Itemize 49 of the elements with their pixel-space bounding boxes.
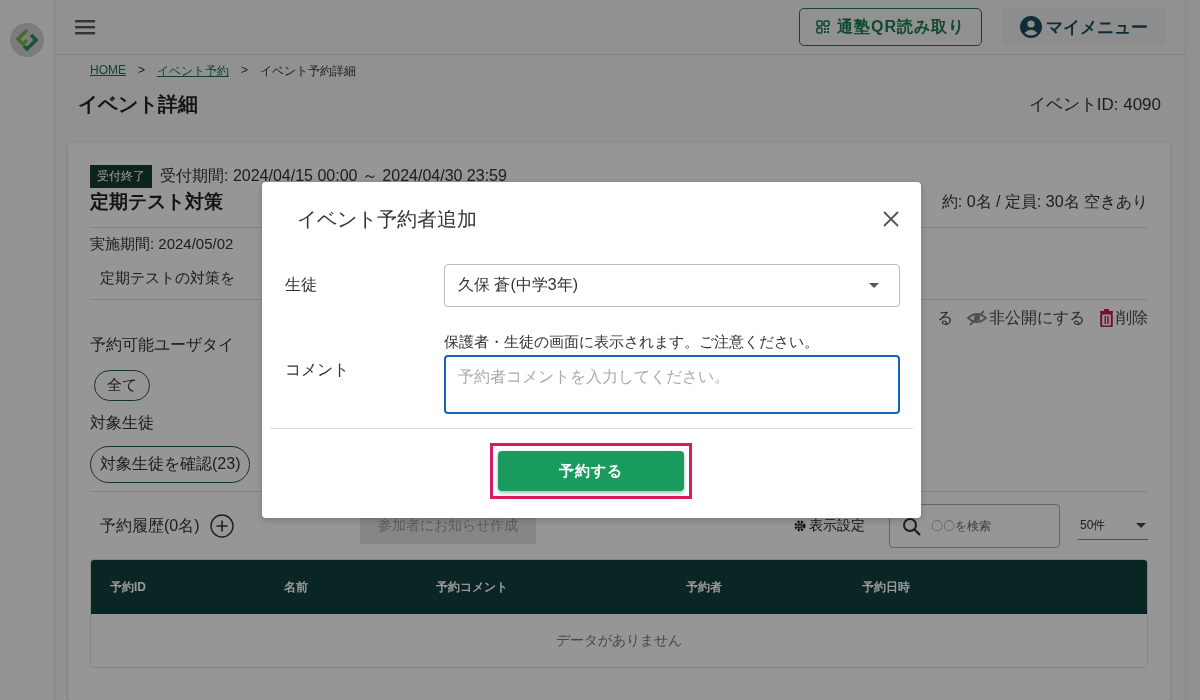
event-description: 定期テストの対策を: [99, 269, 235, 288]
target-students-label: 対象生徒: [90, 413, 155, 433]
comment-field[interactable]: 予約者コメントを入力してください。: [444, 355, 900, 414]
logo-icon: [10, 23, 44, 57]
field-label: コメント: [285, 360, 350, 380]
close-button[interactable]: [881, 209, 901, 229]
action-link[interactable]: る: [937, 307, 953, 329]
delete-link[interactable]: 削除: [1099, 307, 1148, 329]
gear-icon: [793, 519, 807, 533]
student-select[interactable]: 久保 蒼(中学3年): [444, 264, 900, 307]
breadcrumb-link[interactable]: イベント予約: [157, 63, 229, 80]
reservation-history-title: 予約履歴(0名): [99, 515, 200, 536]
menu-icon: [75, 19, 95, 35]
column-header: 予約者: [686, 578, 722, 596]
capacity-text: 約: 0名 / 定員: 30名 空きあり: [941, 191, 1148, 212]
column-header: 予約コメント: [436, 578, 508, 596]
qr-code-icon: [816, 20, 830, 34]
display-settings-link[interactable]: 表示設定: [793, 517, 865, 535]
qr-scan-button[interactable]: 通塾QR読み取り: [799, 8, 982, 46]
make-private-link[interactable]: 非公開にする: [967, 307, 1085, 329]
user-avatar-icon: [1020, 16, 1042, 38]
breadcrumb-separator: >: [138, 63, 145, 79]
trash-icon: [1099, 309, 1114, 327]
page-title: イベント詳細: [78, 91, 198, 117]
eye-slash-icon: [967, 309, 987, 327]
column-header: 名前: [284, 578, 308, 596]
event-id: イベントID: 4090: [1028, 93, 1161, 116]
column-header: 予約ID: [110, 578, 146, 596]
caret-icon: [869, 283, 879, 288]
breadcrumb-link[interactable]: HOME: [90, 63, 126, 80]
breadcrumb-current: イベント予約詳細: [260, 63, 357, 80]
field-note: 保護者・生徒の画面に表示されます。ご注意ください。: [444, 333, 820, 352]
event-name: 定期テスト対策: [90, 190, 223, 214]
dialog-title: イベント予約者追加: [297, 206, 477, 232]
add-icon: [209, 514, 234, 538]
close-icon: [883, 211, 899, 227]
event-period: 実施期間: 2024/05/02: [90, 235, 235, 254]
search-icon: [902, 516, 921, 536]
column-header: 予約日時: [862, 578, 910, 596]
field-label: 生徒: [285, 275, 318, 295]
my-menu-button[interactable]: マイメニュー: [1002, 8, 1166, 46]
page-size-select[interactable]: 50件: [1078, 512, 1148, 540]
empty-table-message: データがありません: [556, 631, 682, 650]
caret-icon: [1136, 523, 1146, 528]
breadcrumb-separator: >: [241, 63, 249, 79]
reserve-button[interactable]: 予約する: [497, 451, 684, 491]
reception-period: 受付期間: 2024/04/15 00:00 ～ 2024/04/30 23:59: [160, 165, 507, 186]
user-type-label: 予約可能ユーザタイ: [90, 335, 234, 355]
status-badge: 受付終了: [90, 164, 152, 188]
